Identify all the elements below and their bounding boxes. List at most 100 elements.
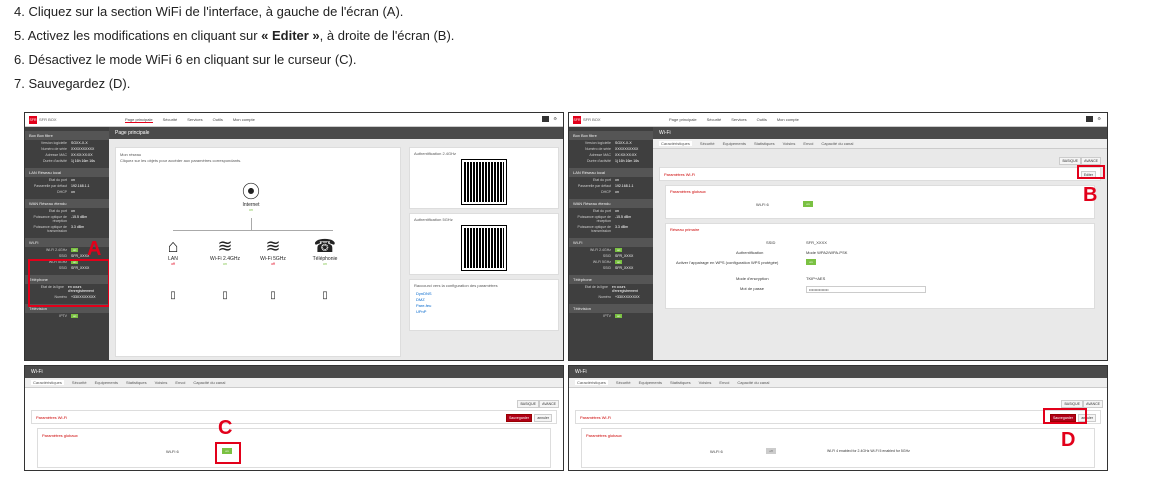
sidebar-lan-header[interactable]: LAN Réseau local (25, 168, 109, 177)
tab-neighbors[interactable]: Voisins (783, 141, 796, 146)
step-6: 6. Désactivez le mode WiFi 6 en cliquant… (14, 52, 357, 67)
params-header: Paramètres Wi-Fi Editer (659, 167, 1101, 181)
wifi-tabs: Caractéristiques Sécurité Equipements St… (653, 139, 1107, 149)
highlight-c (215, 442, 241, 464)
device-icon: ▯ (170, 290, 176, 301)
instruction-steps: 4. Cliquez sur la section WiFi de l'inte… (14, 0, 454, 96)
shortcuts-card: Raccourci vers la configuration des para… (409, 279, 559, 331)
phone-icon: ☎ (313, 236, 337, 256)
nav-home[interactable]: Page principale (125, 117, 153, 123)
link-upnp[interactable]: UPnP (416, 309, 432, 315)
step-5: 5. Activez les modifications en cliquant… (14, 28, 455, 43)
screenshot-wifi6-toggle: Wi-Fi Caractéristiques Sécurité Equipeme… (24, 365, 564, 471)
tab-characteristics[interactable]: Caractéristiques (659, 141, 692, 146)
tab-stats[interactable]: Statistiques (670, 380, 691, 385)
wifi24-node[interactable]: ≋ Wi-Fi 2.4GHz on (203, 236, 247, 266)
top-right-controls: ⚙ (542, 116, 557, 122)
tab-characteristics[interactable]: Caractéristiques (31, 380, 64, 385)
flag-icon[interactable] (542, 116, 550, 122)
tab-stats[interactable]: Statistiques (126, 380, 147, 385)
wifi6-toggle[interactable]: on (803, 201, 813, 207)
marker-a: A (87, 238, 102, 260)
tab-send[interactable]: Envoi (175, 380, 185, 385)
highlight-b (1077, 165, 1105, 179)
gear-icon[interactable]: ⚙ (553, 116, 557, 122)
logo-text: SFR BOX (39, 117, 57, 122)
nav-account[interactable]: Mon compte (777, 117, 799, 122)
step-4: 4. Cliquez sur la section WiFi de l'inte… (14, 4, 404, 19)
marker-d: D (1061, 429, 1076, 451)
screenshot-wifi-edit: SFR SFR BOX Page principale Sécurité Ser… (568, 112, 1108, 361)
basic-button[interactable]: BASIQUE (1061, 400, 1083, 408)
nav-services[interactable]: Services (731, 117, 746, 122)
wifi5-node[interactable]: ≋ Wi-Fi 5GHz off (253, 236, 293, 266)
screenshot-home: SFR SFR BOX Page principale Sécurité Ser… (24, 112, 564, 361)
sfr-logo: SFR (29, 116, 37, 124)
advanced-button[interactable]: AVANCE (1081, 157, 1101, 165)
home-content: Page principale Mon réseau Cliquez sur l… (109, 127, 563, 360)
tab-equipment[interactable]: Equipements (723, 141, 746, 146)
advanced-button[interactable]: AVANCE (539, 400, 559, 408)
wifi-content: Wi-Fi Caractéristiques Sécurité Equipeme… (653, 127, 1107, 360)
tab-security[interactable]: Sécurité (72, 380, 87, 385)
sidebar-wan-header[interactable]: WAN Réseau étendu (25, 199, 109, 208)
tab-capacity[interactable]: Capacité du canal (193, 380, 225, 385)
qr-code-icon (461, 225, 507, 271)
network-card: Mon réseau Cliquez sur les objets pour a… (115, 147, 401, 357)
tab-characteristics[interactable]: Caractéristiques (575, 380, 608, 385)
wps-toggle[interactable]: on (806, 259, 816, 265)
house-icon: ⌂ (167, 236, 179, 256)
tab-neighbors[interactable]: Voisins (155, 380, 168, 385)
basic-button[interactable]: BASIQUE (517, 400, 539, 408)
wifi-title: Wi-Fi (25, 366, 563, 378)
highlight-a (28, 259, 110, 307)
internet-node[interactable]: ⦿ Internet on (231, 182, 271, 212)
main-nav: Page principale Sécurité Services Outils… (125, 117, 255, 123)
lan-node[interactable]: ⌂ LAN off (153, 236, 193, 266)
sidebar: Box Box fibre Version logicielle SGXX-X-X… (569, 127, 653, 360)
cancel-button[interactable]: annuler (534, 414, 552, 422)
tab-equipment[interactable]: Equipements (639, 380, 662, 385)
basic-button[interactable]: BASIQUE (1059, 157, 1081, 165)
tab-capacity[interactable]: Capacité du canal (821, 141, 853, 146)
nav-account[interactable]: Mon compte (233, 117, 255, 123)
global-params: Paramètres globaux Wi-Fi 6 on (665, 185, 1095, 219)
tab-send[interactable]: Envoi (719, 380, 729, 385)
nav-home[interactable]: Page principale (669, 117, 697, 122)
wifi-title: Wi-Fi (653, 127, 1107, 139)
globe-icon: ⦿ (242, 182, 260, 202)
primary-network: Réseau primaire SSID SFR_XXXX Authentifi… (665, 223, 1095, 309)
marker-b: B (1083, 184, 1098, 206)
nav-tools[interactable]: Outils (213, 117, 223, 123)
nav-security[interactable]: Sécurité (163, 117, 178, 123)
tab-send[interactable]: Envoi (803, 141, 813, 146)
tab-capacity[interactable]: Capacité du canal (737, 380, 769, 385)
device-icon: ▯ (222, 290, 228, 301)
tab-security[interactable]: Sécurité (616, 380, 631, 385)
device-icon: ▯ (270, 290, 276, 301)
qr-card-24: Authentification 2.4GHz (409, 147, 559, 209)
sidebar-box-header[interactable]: Box Box fibre (25, 131, 109, 140)
device-icon: ▯ (322, 290, 328, 301)
screenshot-save: Wi-Fi Caractéristiques Sécurité Equipeme… (568, 365, 1108, 471)
nav-security[interactable]: Sécurité (707, 117, 722, 122)
tab-neighbors[interactable]: Voisins (699, 380, 712, 385)
wifi-info-text: Wi-Fi 4 enabled for 2.4GHz Wi-Fi 5 enabl… (827, 449, 910, 453)
step-7: 7. Sauvegardez (D). (14, 76, 131, 91)
nav-services[interactable]: Services (187, 117, 202, 123)
tab-security[interactable]: Sécurité (700, 141, 715, 146)
nav-tools[interactable]: Outils (757, 117, 767, 122)
save-button[interactable]: Sauvegarder (505, 414, 532, 422)
wifi-icon: ≋ (217, 236, 233, 256)
phone-node[interactable]: ☎ Téléphonie on (303, 236, 347, 266)
page-title: Page principale (109, 127, 563, 139)
wifi6-toggle[interactable]: off (766, 448, 776, 454)
flag-icon[interactable] (1086, 116, 1094, 122)
tab-stats[interactable]: Statistiques (754, 141, 775, 146)
advanced-button[interactable]: AVANCE (1083, 400, 1103, 408)
qr-card-5: Authentification 5GHz (409, 213, 559, 275)
tab-equipment[interactable]: Equipements (95, 380, 118, 385)
password-input[interactable]: •••••••••••••• (806, 286, 926, 293)
top-bar: SFR SFR BOX Page principale Sécurité Ser… (25, 113, 563, 127)
gear-icon[interactable]: ⚙ (1097, 116, 1101, 122)
